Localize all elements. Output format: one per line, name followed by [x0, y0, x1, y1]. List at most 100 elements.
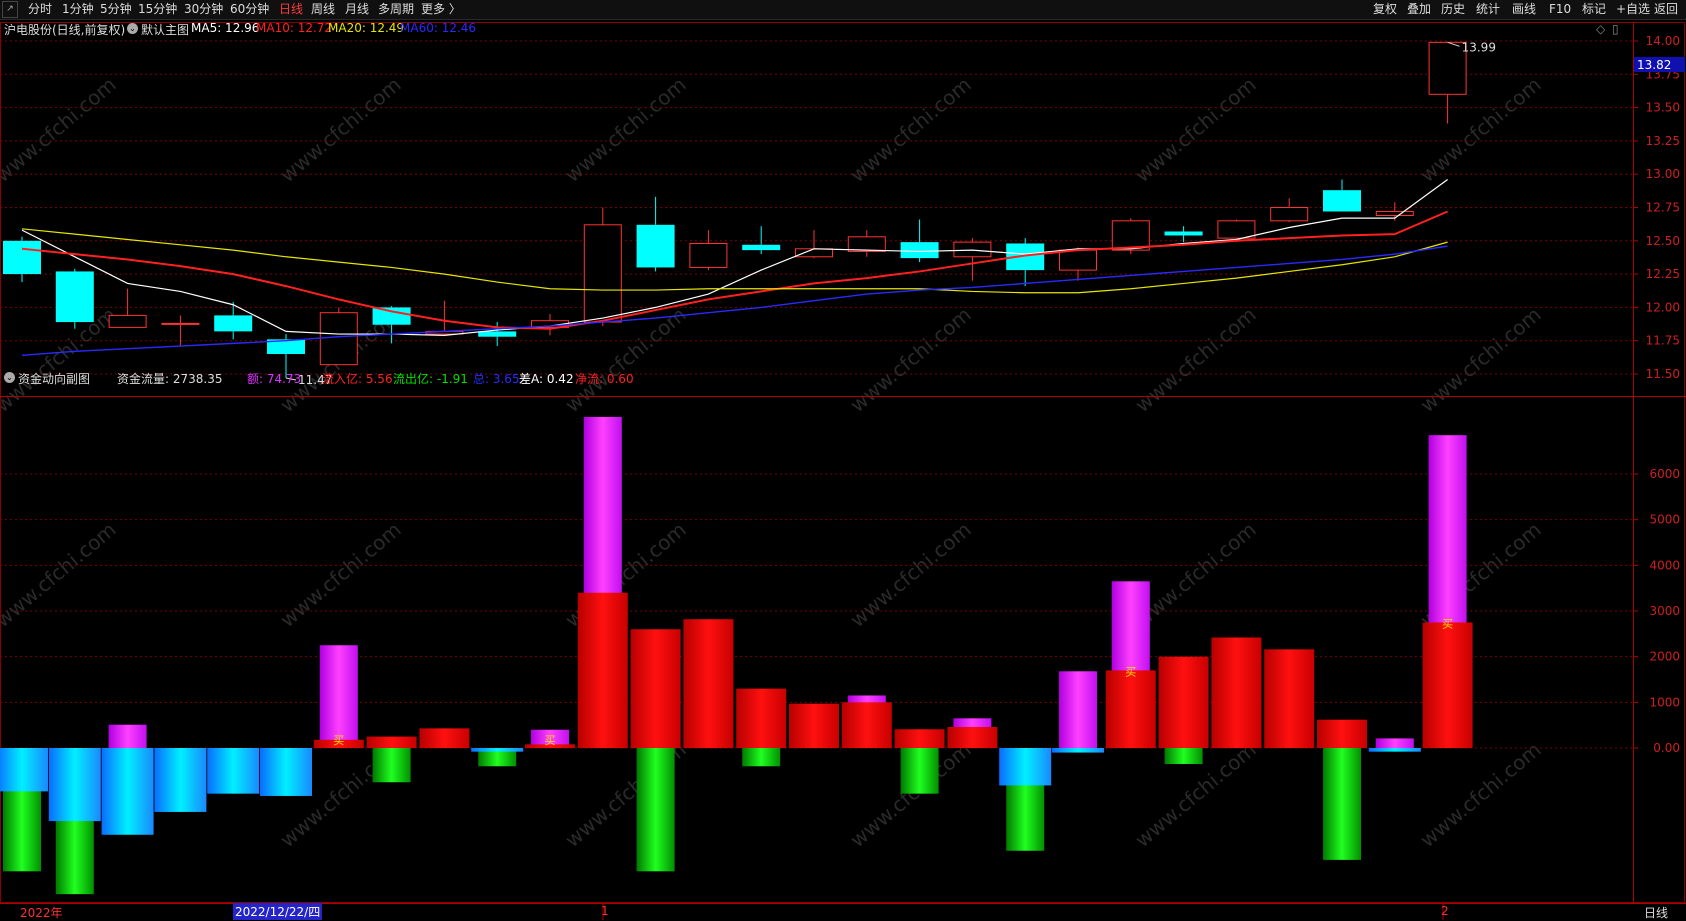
inflow-bar-24 — [1264, 649, 1315, 748]
period-item-6[interactable]: 日线 — [279, 2, 303, 17]
candle-body-15 — [795, 248, 833, 258]
period-item-10[interactable]: 更多 〉 — [421, 2, 461, 17]
main-chart-name[interactable]: 默认主图 — [141, 21, 189, 38]
kline-chart[interactable]: www.cfchi.com www.cfchi.com www.cfchi.com w… — [0, 20, 1686, 920]
net-bar-19 — [999, 748, 1052, 786]
inflow-bar-22 — [1158, 656, 1209, 748]
period-item-0[interactable]: 分时 — [28, 2, 52, 17]
tool-item-6[interactable]: 标记 — [1582, 2, 1606, 17]
net-bar-3 — [154, 748, 207, 812]
price-tag-label: 13.82 — [1637, 58, 1671, 72]
watermark-text-9: www.cfchi.com — [845, 302, 975, 417]
price-label-2: 13.50 — [1646, 101, 1680, 115]
candle-13 — [689, 230, 728, 271]
price-label-5: 12.75 — [1646, 201, 1680, 215]
fund-flow-bars: 买买买买 — [0, 416, 1473, 895]
watermark-text-2: www.cfchi.com — [560, 72, 690, 187]
tool-item-7[interactable]: +自选 — [1616, 2, 1650, 17]
watermark-text-22: www.cfchi.com — [1415, 737, 1545, 852]
buy-signal-21: 买 — [1125, 665, 1136, 678]
inflow-bar-15 — [789, 703, 839, 748]
tool-item-3[interactable]: 统计 — [1476, 2, 1500, 17]
period-item-7[interactable]: 周线 — [311, 2, 335, 17]
period-item-3[interactable]: 15分钟 — [138, 2, 177, 17]
month-label-2: 2 — [1441, 904, 1449, 918]
inflow-bar-23 — [1211, 637, 1262, 748]
candle-11 — [583, 207, 622, 327]
tool-item-1[interactable]: 叠加 — [1407, 2, 1431, 17]
period-item-9[interactable]: 多周期 — [378, 2, 414, 17]
candle-body-3 — [161, 322, 200, 325]
period-label: 日线 — [1644, 906, 1669, 920]
inflow-value: 流入亿: 5.56 — [322, 372, 393, 386]
candle-body-14 — [742, 244, 781, 251]
watermark-text-12: www.cfchi.com — [0, 517, 121, 632]
watermark-text-10: www.cfchi.com — [1130, 302, 1260, 417]
candle-body-22 — [1164, 231, 1203, 236]
inflow-bar-16 — [841, 702, 892, 748]
candle-22 — [1164, 226, 1203, 243]
tool-item-0[interactable]: 复权 — [1373, 2, 1397, 17]
sub-label-3: 3000 — [1649, 604, 1680, 618]
watermark-text-15: www.cfchi.com — [845, 517, 975, 632]
period-item-8[interactable]: 月线 — [345, 2, 369, 17]
inflow-bar-8 — [419, 728, 470, 748]
watermark-text-0: www.cfchi.com — [0, 72, 121, 187]
tool-item-4[interactable]: 画线 — [1512, 2, 1536, 17]
inflow-bar-25 — [1317, 719, 1367, 748]
outflow-bar-25 — [1323, 748, 1361, 860]
candle-body-26 — [1375, 210, 1414, 216]
candle-body-25 — [1323, 190, 1361, 212]
collapse-icon[interactable]: ↗ — [2, 1, 18, 18]
period-item-2[interactable]: 5分钟 — [100, 2, 132, 17]
tool-item-2[interactable]: 历史 — [1441, 2, 1465, 17]
outflow-value: 流出亿: -1.91 — [393, 372, 468, 386]
candle-body-12 — [636, 224, 675, 268]
diamond-icon[interactable]: ◇ — [1596, 22, 1605, 36]
watermark-text-13: www.cfchi.com — [275, 517, 405, 632]
year-label: 2022年 — [20, 906, 63, 920]
sub-label-4: 2000 — [1649, 650, 1680, 664]
candle-body-13 — [689, 242, 728, 268]
tool-item-8[interactable]: 返回 — [1654, 2, 1678, 17]
candle-body-23 — [1217, 220, 1256, 239]
panel-icon[interactable]: ▯ — [1612, 22, 1619, 36]
candle-2 — [108, 288, 147, 328]
inflow-bar-11 — [577, 592, 628, 748]
sub-chart-name[interactable]: 资金动向副图 — [18, 370, 90, 387]
net-bar-2 — [101, 748, 154, 835]
ma10-value: MA10: 12.72 — [256, 21, 333, 35]
tool-item-5[interactable]: F10 — [1549, 2, 1571, 17]
ma20-value: MA20: 12.49 — [328, 21, 405, 35]
candle-body-6 — [319, 312, 358, 366]
candle-body-4 — [214, 315, 253, 332]
period-item-5[interactable]: 60分钟 — [230, 2, 269, 17]
candle-body-21 — [1111, 220, 1150, 251]
inflow-bar-27 — [1422, 622, 1473, 748]
candle-body-0 — [3, 240, 41, 275]
price-label-8: 12.00 — [1646, 300, 1680, 314]
candle-20 — [1059, 247, 1097, 281]
outflow-bar-17 — [900, 748, 939, 794]
watermark-text-8: www.cfchi.com — [560, 302, 690, 417]
watermark-text-4: www.cfchi.com — [1130, 72, 1260, 187]
inflow-bar-12 — [630, 629, 681, 748]
price-label-0: 14.00 — [1646, 34, 1680, 48]
amount-bar-6 — [319, 645, 358, 748]
candle-24 — [1270, 198, 1309, 223]
candle-23 — [1217, 219, 1256, 243]
amount-value: 额: 74.73 — [247, 372, 302, 386]
price-label-3: 13.25 — [1646, 134, 1680, 148]
ma60-value: MA60: 12.46 — [400, 21, 477, 35]
main-info-bar: 沪电股份(日线,前复权) ⌄ 默认主图 MA5: 12.96 MA10: 12.… — [4, 21, 477, 38]
watermark-text-16: www.cfchi.com — [1130, 517, 1260, 632]
watermark-text-1: www.cfchi.com — [275, 72, 405, 187]
chart-corner-icons: ◇ ▯ — [1596, 22, 1626, 36]
month-label-1: 1 — [601, 904, 609, 918]
price-label-7: 12.25 — [1646, 267, 1680, 281]
candle-3 — [161, 315, 200, 347]
period-item-1[interactable]: 1分钟 — [62, 2, 94, 17]
sub-label-5: 1000 — [1649, 695, 1680, 709]
outflow-bar-22 — [1164, 748, 1203, 764]
period-item-4[interactable]: 30分钟 — [184, 2, 223, 17]
